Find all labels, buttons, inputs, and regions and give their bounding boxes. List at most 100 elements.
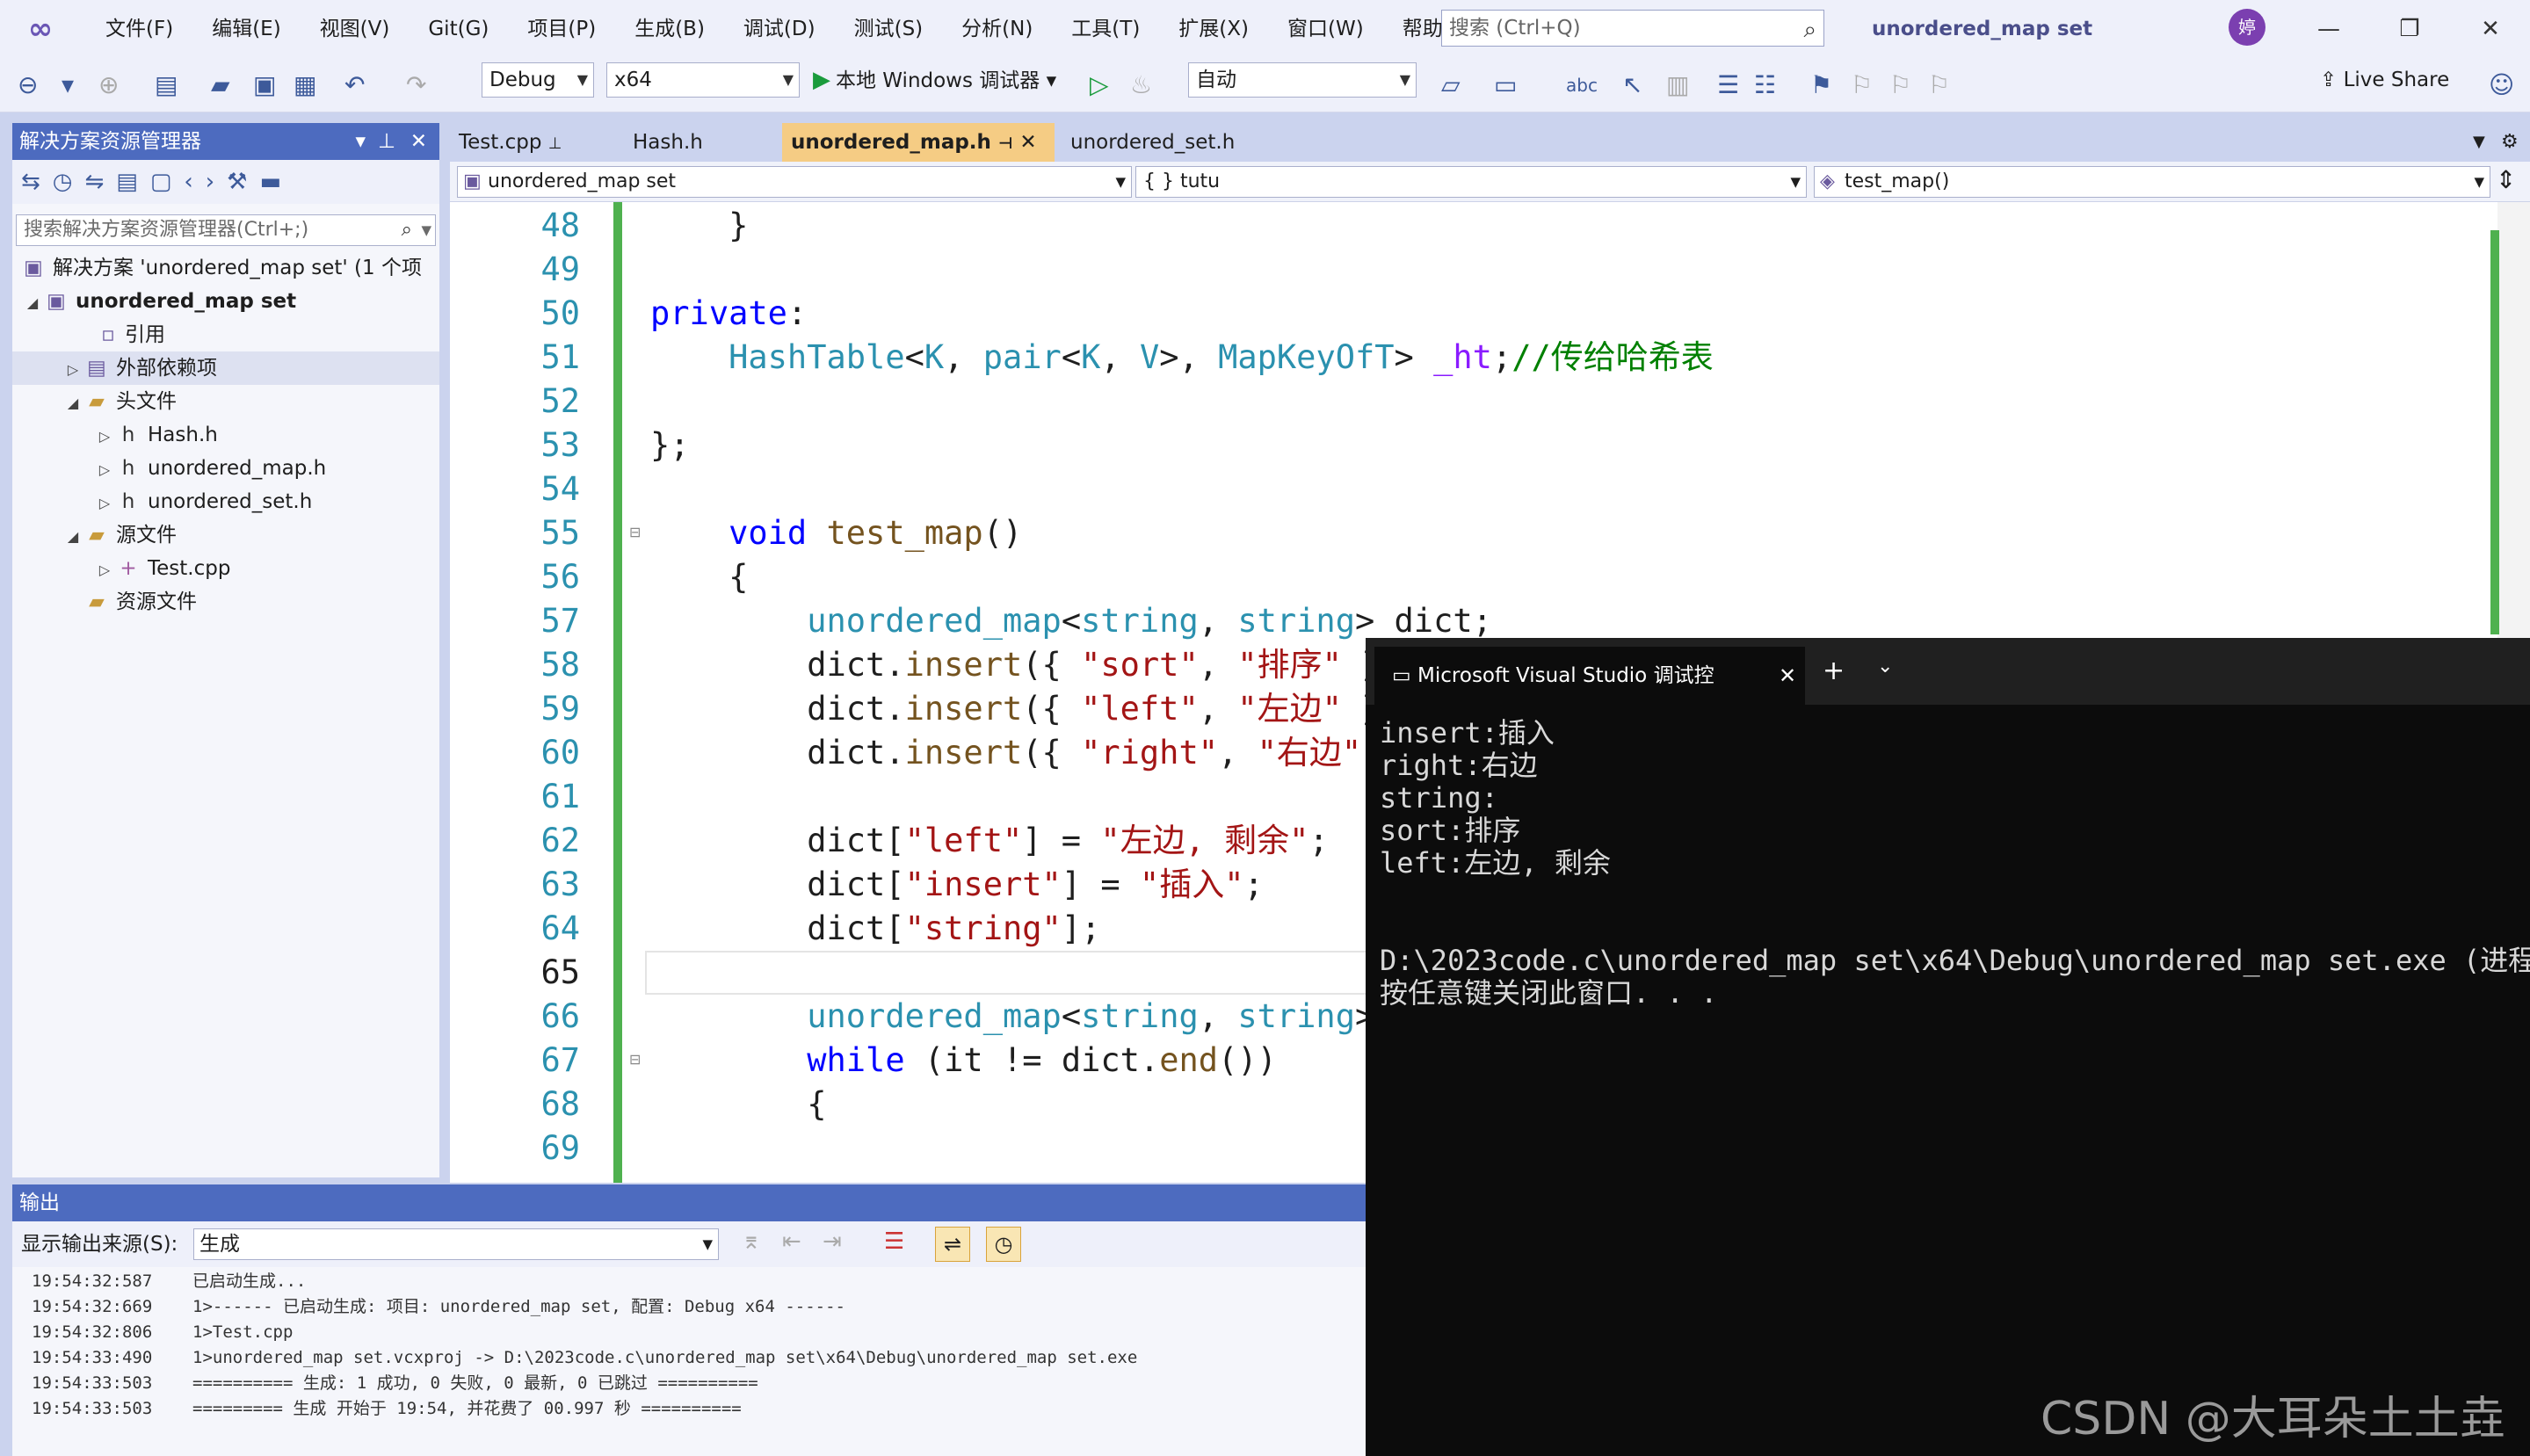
menu-debug[interactable]: 调试(D) [724,0,835,58]
collapse-icon[interactable]: ▷ [93,554,116,587]
spellcheck-icon[interactable]: abc [1566,69,1598,102]
live-share-button[interactable]: ⇪ Live Share [2320,62,2449,98]
next-message-icon[interactable]: ⇥ [823,1228,842,1255]
nav-member-select[interactable]: ◈ test_map() ▼ [1814,166,2490,198]
clock-icon[interactable]: ◷ [986,1227,1021,1262]
back-icon[interactable]: ⊖ [18,69,38,102]
menu-project[interactable]: 项目(P) [508,0,615,58]
start-without-debug-icon[interactable]: ▷ [1090,69,1109,102]
dropdown-icon[interactable]: ▾ [355,123,366,160]
pin-icon[interactable]: ⊥ [378,123,395,160]
new-tab-icon[interactable]: + [1823,656,1845,686]
tree-external-deps[interactable]: ▷ ▤ 外部依赖项 [12,351,439,385]
split-icon[interactable]: ⇕ [2496,165,2516,194]
redo-icon[interactable]: ↷ [406,69,426,102]
forward-icon[interactable]: ⊕ [98,69,119,102]
collapse-icon[interactable]: ⊟ [629,1051,641,1068]
tree-resources-folder[interactable]: ▰ 资源文件 [84,585,197,619]
save-icon[interactable]: ▣ [253,69,276,102]
menu-test[interactable]: 测试(S) [835,0,943,58]
tab-unordered-map-h[interactable]: unordered_map.h ⊣ ✕ [782,123,1055,162]
bookmark-icon[interactable]: ⚑ [1810,69,1832,102]
save-all-icon[interactable]: ▦ [294,69,316,102]
tree-file[interactable]: ▷ h Hash.h [93,418,218,452]
line-number: 58 [540,646,580,684]
pin-icon[interactable]: ⊥ [548,134,562,153]
expand-icon[interactable]: ◢ [62,387,84,420]
prev-message-icon[interactable]: ⇤ [782,1228,801,1255]
undo-icon[interactable]: ↶ [344,69,365,102]
minimize-icon[interactable]: — [2289,0,2368,58]
bookmark-prev-icon[interactable]: ⚐ [1851,69,1873,102]
dropdown-icon[interactable]: ▾ [62,69,74,102]
output-source-select[interactable]: 生成 ▼ [193,1228,719,1260]
gear-icon[interactable]: ⚙ [2492,123,2519,162]
window-layout-icon[interactable]: ▭ [1494,69,1517,102]
solution-explorer-toolbar[interactable]: ⇆◷⇋▤▢‹›⚒▬ [12,160,439,204]
collapse-icon[interactable]: ▷ [93,420,116,453]
clear-all-icon[interactable]: ☰ [884,1228,904,1255]
restore-icon[interactable]: ❐ [2370,0,2449,58]
menu-analyze[interactable]: 分析(N) [942,0,1052,58]
line-number: 62 [540,822,580,859]
cursor-icon[interactable]: ↖ [1622,69,1642,102]
close-icon[interactable]: ✕ [410,123,427,160]
auto-select[interactable]: 自动 ▼ [1188,62,1417,98]
close-icon[interactable]: ✕ [2451,0,2530,58]
close-icon[interactable]: ✕ [1779,647,1796,705]
tree-project[interactable]: ◢ ▣ unordered_map set [21,285,296,318]
menu-edit[interactable]: 编辑(E) [192,0,300,58]
menu-view[interactable]: 视图(V) [301,0,410,58]
outdent-icon[interactable]: ☷ [1754,69,1776,102]
new-project-icon[interactable]: ▤ [155,69,178,102]
debug-console-window[interactable]: ▭ Microsoft Visual Studio 调试控 ✕ + ⌄ inse… [1366,638,2530,1456]
folder-icon[interactable]: ▱ [1441,69,1461,102]
collapse-icon[interactable]: ▷ [62,353,84,387]
menu-window[interactable]: 窗口(W) [1268,0,1383,58]
menu-tools[interactable]: 工具(T) [1052,0,1159,58]
indent-icon[interactable]: ☰ [1717,69,1739,102]
tree-file[interactable]: ▷ h unordered_set.h [93,485,312,518]
tree-headers-folder[interactable]: ◢ ▰ 头文件 [62,385,177,418]
menu-build[interactable]: 生成(B) [615,0,724,58]
header-file-icon: h [121,490,135,513]
tab-hash-h[interactable]: Hash.h [624,123,791,162]
comment-icon[interactable]: ▥ [1666,69,1689,102]
menu-extensions[interactable]: 扩展(X) [1159,0,1268,58]
pin-icon[interactable]: ⊣ [998,134,1012,153]
tab-unordered-set-h[interactable]: unordered_set.h [1062,123,1316,162]
tree-file[interactable]: ▷ + Test.cpp [93,552,231,587]
chevron-down-icon[interactable]: ▼ [421,215,431,245]
feedback-icon[interactable]: ☺ [2489,69,2514,102]
find-message-icon[interactable]: ⌆ [742,1228,761,1255]
config-select[interactable]: Debug ▼ [482,62,594,98]
menu-git[interactable]: Git(G) [409,0,508,58]
tab-list-chevron-icon[interactable]: ▼ [2464,123,2485,162]
bookmark-next-icon[interactable]: ⚐ [1889,69,1911,102]
tree-sources-folder[interactable]: ◢ ▰ 源文件 [62,518,177,552]
solution-search-input[interactable]: 搜索解决方案资源管理器(Ctrl+;) ⌕ ▼ [16,214,436,246]
nav-scope-select[interactable]: ▣ unordered_map set ▼ [457,166,1132,198]
expand-icon[interactable]: ◢ [21,286,44,320]
avatar[interactable]: 婷 [2229,9,2265,46]
hot-reload-icon[interactable]: ♨ [1130,69,1152,102]
nav-class-select[interactable]: { } tutu ▼ [1135,166,1807,198]
close-icon[interactable]: ✕ [1019,131,1036,154]
start-debugging-button[interactable]: ▶ 本地 Windows 调试器 ▾ [813,62,1056,98]
open-folder-icon[interactable]: ▰ [211,69,230,102]
tab-test-cpp[interactable]: Test.cpp ⊥ [450,123,617,162]
chevron-down-icon[interactable]: ⌄ [1877,656,1893,677]
tree-references[interactable]: ▫ 引用 [97,318,165,351]
bookmark-clear-icon[interactable]: ⚐ [1928,69,1950,102]
tree-file[interactable]: ▷ h unordered_map.h [93,452,326,485]
collapse-icon[interactable]: ⊟ [629,524,641,540]
expand-icon[interactable]: ◢ [62,520,84,554]
word-wrap-icon[interactable]: ⇌ [935,1227,970,1262]
search-input[interactable]: 搜索 (Ctrl+Q) ⌕ [1441,10,1824,47]
menu-file[interactable]: 文件(F) [86,0,192,58]
console-tab[interactable]: ▭ Microsoft Visual Studio 调试控 ✕ [1374,647,1805,705]
platform-select[interactable]: x64 ▼ [606,62,800,98]
collapse-icon[interactable]: ▷ [93,487,116,520]
collapse-icon[interactable]: ▷ [93,453,116,487]
tree-solution[interactable]: ▣ 解决方案 'unordered_map set' (1 个项 [21,251,422,285]
